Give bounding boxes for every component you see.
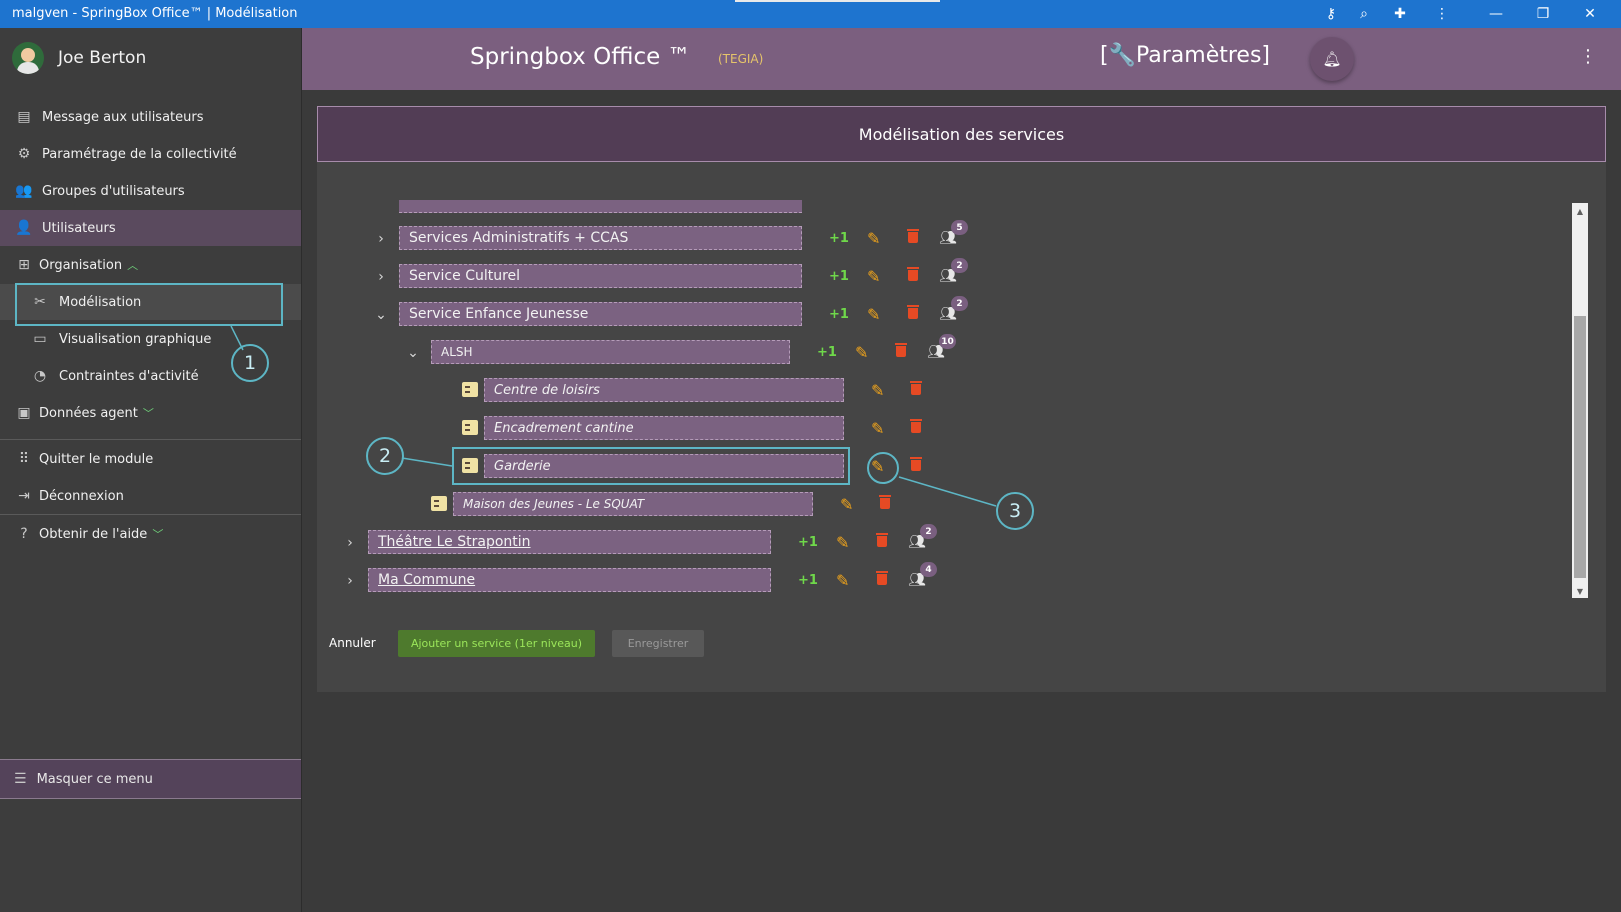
callout-lines [230,325,997,507]
callout-2: 2 [366,437,404,475]
callout-3: 3 [996,492,1034,530]
callout-1: 1 [231,344,269,382]
